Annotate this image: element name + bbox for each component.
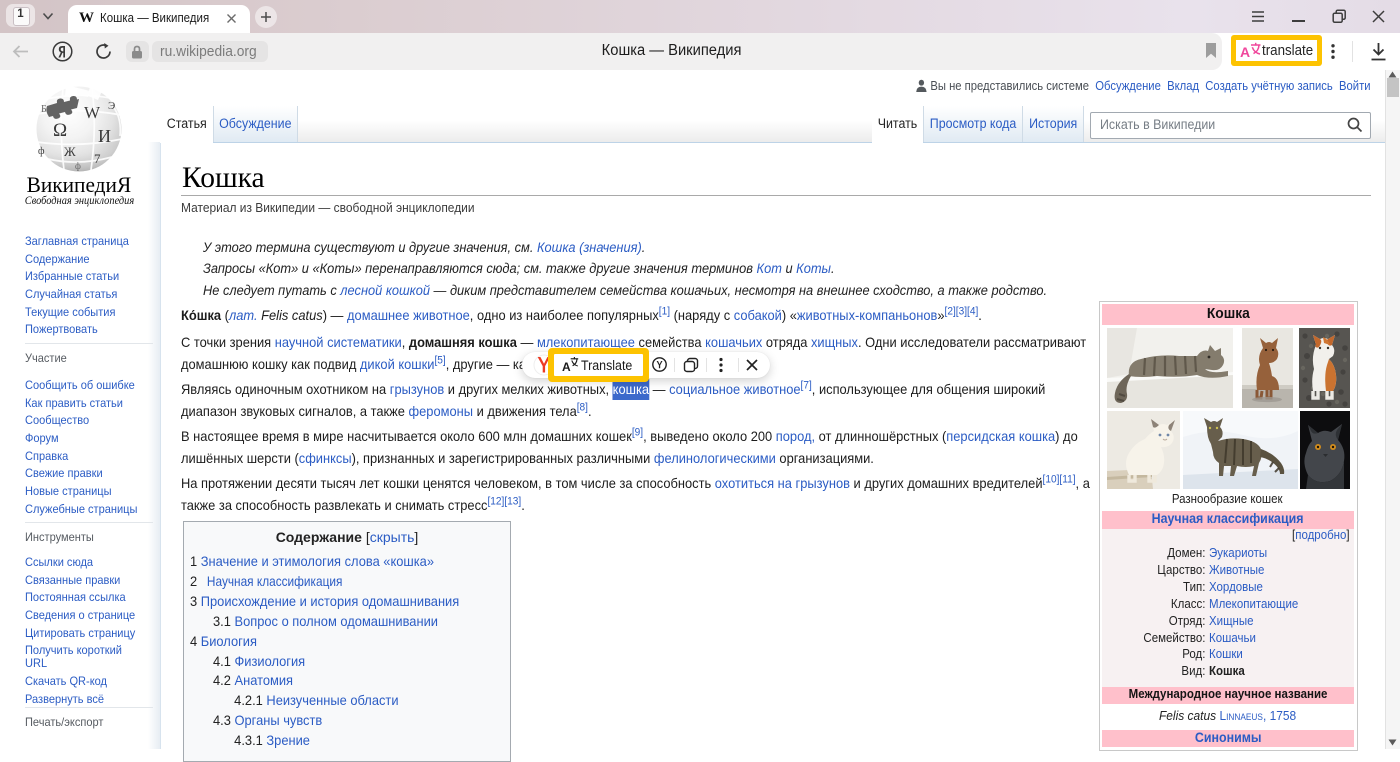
svg-text:Ω: Ω — [53, 120, 67, 141]
svg-text:Б: Б — [41, 104, 47, 115]
svg-text:A: A — [1240, 44, 1250, 60]
svg-text:И: И — [98, 126, 111, 146]
svg-text:ф: ф — [75, 161, 81, 171]
svg-text:Э: Э — [108, 100, 115, 112]
svg-text:7: 7 — [94, 151, 101, 166]
svg-text:W: W — [84, 103, 101, 122]
svg-text:A: A — [562, 360, 571, 374]
svg-text:ф: ф — [38, 146, 45, 157]
svg-text:Ж: Ж — [64, 144, 76, 159]
